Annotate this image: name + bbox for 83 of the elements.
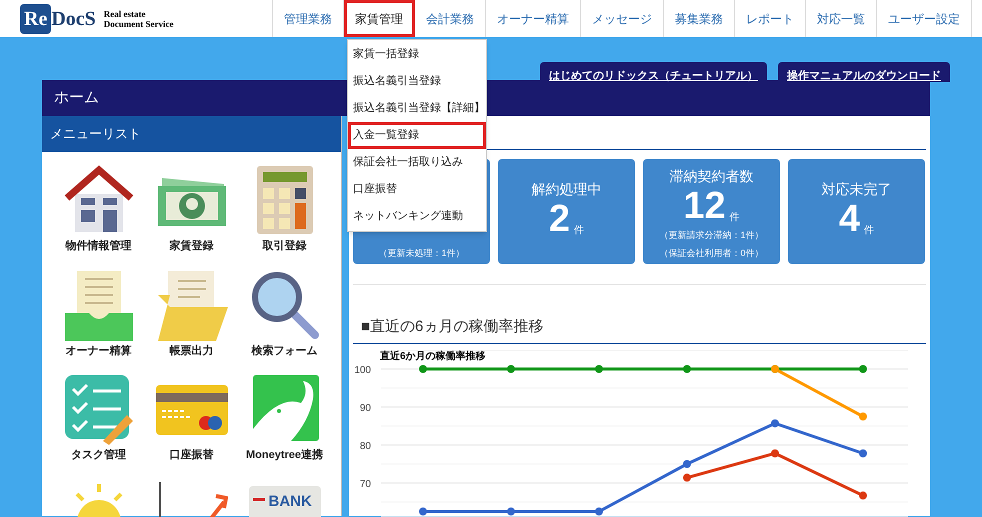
data-point (859, 365, 867, 373)
menu-tile[interactable]: 家賃登録 (145, 164, 238, 254)
logo-tagline: Document Service (104, 18, 174, 28)
menu-label: オーナー精算 (66, 344, 132, 358)
stat-card[interactable]: 滞納契約者数 12 件 （更新請求分滞納：1件） （保証会社利用者：0件） (643, 159, 780, 264)
dropdown-item[interactable]: 家賃一括登録 (348, 41, 486, 68)
chart-title: 直近6か月の稼働率推移 (380, 349, 486, 364)
menu-label: タスク管理 (71, 448, 126, 463)
nav-tab[interactable]: 対応一覧 (806, 0, 877, 37)
data-point (595, 365, 603, 373)
data-point (683, 474, 691, 482)
logo-re-text: Re (24, 6, 48, 32)
menu-label: 口座振替 (170, 448, 214, 463)
inbox-tray-icon (62, 268, 134, 340)
nav-tab[interactable]: 募集業務 (664, 0, 735, 37)
dropdown-item[interactable]: ネットバンキング連動 (348, 203, 486, 230)
nav-tab[interactable]: ユーザー設定 (877, 0, 972, 37)
y-tick-label: 80 (360, 441, 371, 452)
data-point (859, 449, 867, 458)
data-point (771, 449, 779, 458)
nav-tab[interactable]: 家賃管理 (344, 0, 415, 37)
data-point (507, 508, 515, 516)
data-point (507, 365, 515, 373)
menu-tile[interactable]: 取引登録 (238, 164, 331, 254)
menu-tile[interactable]: 帳票出力 (145, 268, 238, 359)
bank-sign-icon: BANK (248, 486, 320, 517)
menu-tile[interactable]: BANK (238, 478, 331, 517)
logo-docs-text: DocS (51, 6, 96, 32)
menu-label: 取引登録 (262, 238, 306, 254)
dropdown-item[interactable]: 口座振替 (348, 176, 486, 203)
page-title: ホーム (54, 88, 99, 108)
stat-unit: 件 (864, 224, 874, 238)
nav-tab[interactable]: オーナー精算 (486, 0, 581, 37)
data-point (419, 508, 427, 516)
stat-unit: 件 (574, 224, 584, 238)
nav-tab[interactable]: 会計業務 (415, 0, 486, 37)
nav-tab[interactable]: レポート (735, 0, 806, 37)
data-point (595, 508, 603, 516)
menu-tile[interactable]: タスク管理 (52, 373, 145, 464)
dropdown-item[interactable]: 入金一覧登録 (348, 122, 486, 149)
menu-tile[interactable]: 検索フォーム (238, 268, 331, 359)
stat-title: 解約処理中 (532, 180, 602, 199)
y-tick-label: 90 (360, 403, 371, 414)
stat-value: 4 (838, 200, 860, 238)
data-point (859, 412, 867, 420)
stat-note: （保証会社利用者：0件） (659, 246, 764, 260)
logo-tagline: Real estate (104, 8, 147, 18)
data-point (771, 419, 779, 428)
menu-tile[interactable]: 物件情報管理 (52, 164, 145, 254)
help-link-tab[interactable]: はじめてのリドックス（チュートリアル） (540, 62, 767, 82)
help-link-tab[interactable]: 操作マニュアルのダウンロード (778, 62, 950, 82)
stat-unit: 件 (730, 211, 740, 225)
nav-tab[interactable]: 管理業務 (273, 0, 344, 37)
stat-title: 対応未完了 (822, 180, 892, 199)
dropdown-item[interactable]: 振込名義引当登録【詳細】 (348, 95, 486, 122)
section-heading: ■直近の6ヵ月の稼働率推移 (361, 318, 544, 335)
stat-note: （更新未処理：1件） (378, 246, 464, 260)
menu-tile[interactable]: オーナー精算 (52, 268, 145, 359)
stat-card[interactable]: 解約処理中 2 件 (498, 159, 635, 264)
menu-tile[interactable]: 口座振替 (145, 373, 238, 464)
stat-value: 12 (683, 187, 726, 225)
menu-label: 物件情報管理 (66, 238, 132, 254)
menu-label: 家賃登録 (170, 238, 214, 254)
dropdown-item[interactable]: 振込名義引当登録 (348, 68, 486, 95)
stat-value: 2 (548, 200, 570, 238)
dropdown-item[interactable]: 保証会社一括取り込み (348, 149, 486, 176)
data-point (419, 365, 427, 373)
menu-tile[interactable]: Moneytree連携 (238, 373, 331, 464)
nav-tab[interactable]: メッセージ (581, 0, 664, 37)
y-tick-label: 70 (360, 479, 371, 490)
stat-card[interactable]: 対応未完了 4 件 (788, 159, 925, 264)
stat-title: 滞納契約者数 (670, 167, 754, 186)
checklist-icon (62, 373, 134, 445)
folder-icon (156, 268, 228, 340)
sidebar-title: メニューリスト (50, 125, 141, 144)
data-point (683, 460, 691, 468)
menu-label: 帳票出力 (170, 344, 214, 358)
data-point (859, 492, 867, 500)
menu-label: Moneytree連携 (246, 448, 324, 463)
menu-label: 検索フォーム (252, 344, 318, 358)
stat-note: （更新請求分滞納：1件） (659, 229, 764, 242)
y-tick-label: 100 (354, 365, 371, 376)
data-point (683, 365, 691, 373)
